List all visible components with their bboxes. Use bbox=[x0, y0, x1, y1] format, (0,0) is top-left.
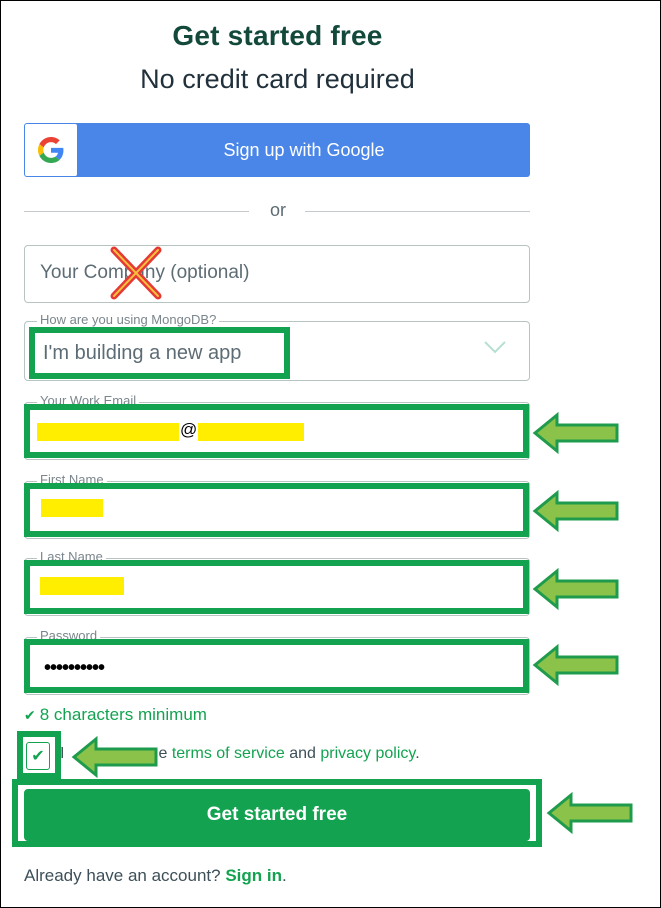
password-hint: ✔ 8 characters minimum bbox=[24, 705, 207, 725]
usage-value: I'm building a new app bbox=[43, 342, 242, 364]
arrow-left-icon bbox=[532, 411, 619, 455]
last-name-redaction bbox=[40, 577, 124, 595]
red-cross-icon bbox=[110, 246, 162, 300]
chevron-down-icon bbox=[484, 341, 506, 354]
google-signup-label: Sign up with Google bbox=[223, 140, 385, 160]
email-redaction-left bbox=[37, 423, 179, 441]
first-name-redaction bbox=[41, 499, 103, 517]
usage-label: How are you using MongoDB? bbox=[37, 312, 220, 327]
terms-checkbox[interactable]: ✔ bbox=[26, 742, 50, 770]
terms-of-service-link[interactable]: terms of service bbox=[172, 745, 285, 762]
privacy-policy-link[interactable]: privacy policy bbox=[320, 745, 415, 762]
page-subtitle: No credit card required bbox=[140, 64, 415, 94]
page-title: Get started free bbox=[172, 20, 383, 51]
password-hint-text: 8 characters minimum bbox=[39, 705, 207, 724]
divider-line-left bbox=[24, 211, 249, 212]
signin-row: Already have an account? Sign in. bbox=[24, 866, 287, 886]
divider-line-right bbox=[305, 211, 530, 212]
company-field[interactable]: Your Company (optional) bbox=[24, 245, 530, 303]
email-at-sign: @ bbox=[180, 420, 198, 439]
password-highlight: •••••••••• bbox=[24, 639, 529, 693]
terms-suffix: e bbox=[158, 745, 168, 762]
arrow-left-icon bbox=[532, 643, 619, 687]
terms-prefix: I bbox=[60, 745, 65, 762]
arrow-left-icon bbox=[546, 791, 633, 835]
signin-period: . bbox=[282, 866, 287, 885]
get-started-button[interactable]: Get started free bbox=[24, 789, 530, 841]
google-logo-box bbox=[25, 124, 77, 176]
check-icon: ✔ bbox=[24, 707, 36, 723]
password-masked-value: •••••••••• bbox=[44, 657, 105, 679]
terms-and: and bbox=[289, 745, 316, 762]
google-signup-button[interactable]: Sign up with Google bbox=[24, 123, 530, 177]
arrow-left-icon bbox=[532, 489, 619, 533]
signin-prompt: Already have an account? bbox=[24, 866, 221, 885]
usage-highlight: I'm building a new app bbox=[29, 327, 290, 379]
email-redaction-right bbox=[198, 423, 304, 441]
terms-period: . bbox=[415, 745, 420, 762]
checkbox-check-icon: ✔ bbox=[31, 748, 45, 765]
divider-or: or bbox=[269, 200, 286, 220]
arrow-left-icon bbox=[71, 735, 158, 779]
arrow-left-icon bbox=[532, 567, 619, 611]
google-g-icon bbox=[38, 137, 64, 163]
signin-link[interactable]: Sign in bbox=[225, 866, 282, 885]
